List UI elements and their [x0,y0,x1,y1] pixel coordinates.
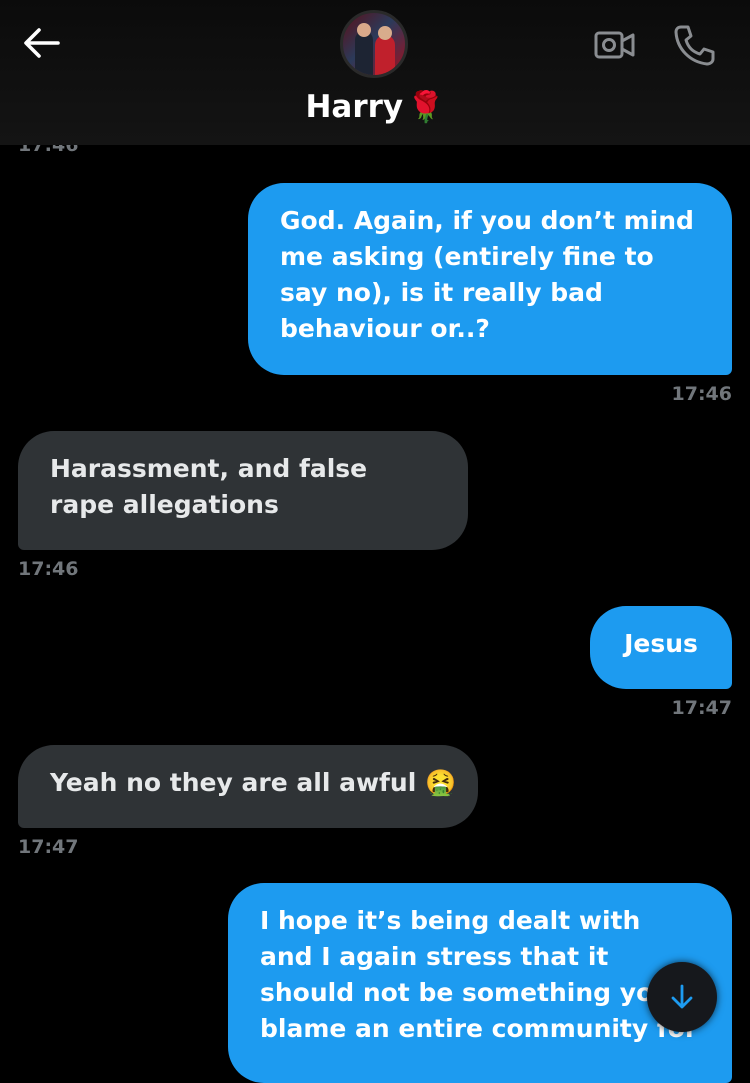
scroll-to-bottom-button[interactable] [647,962,717,1032]
message-bubble-outgoing[interactable]: God. Again, if you don’t mind me asking … [248,183,732,375]
contact-name[interactable]: Harry 🌹 [0,86,750,129]
message-bubble-outgoing[interactable]: Jesus [590,606,732,689]
message-timestamp: 17:47 [671,697,732,719]
message-timestamp: 17:46 [18,558,79,580]
message-text: God. Again, if you don’t mind me asking … [280,206,694,343]
avatar[interactable] [340,10,408,78]
message-timestamp: 17:47 [18,836,79,858]
message-text: I hope it’s being dealt with and I again… [260,906,698,1043]
message-bubble-incoming[interactable]: Yeah no they are all awful 🤮 [18,745,478,828]
phone-call-button[interactable] [672,24,716,66]
conversation-header: Harry 🌹 [0,0,750,145]
contact-name-text: Harry [305,89,404,125]
video-call-icon [594,31,635,59]
arrow-down-icon [671,984,693,1009]
video-call-button[interactable] [593,28,637,62]
message-text: Harassment, and false rape allegations [50,454,368,519]
message-bubble-incoming[interactable]: Harassment, and false rape allegations [18,431,468,550]
message-text: Jesus [624,629,698,658]
message-timestamp: 17:46 [671,383,732,405]
message-text: Yeah no they are all awful 🤮 [50,768,457,797]
phone-call-icon [674,25,715,66]
back-arrow-icon [24,28,60,58]
rose-emoji: 🌹 [407,90,445,125]
back-button[interactable] [22,26,62,60]
